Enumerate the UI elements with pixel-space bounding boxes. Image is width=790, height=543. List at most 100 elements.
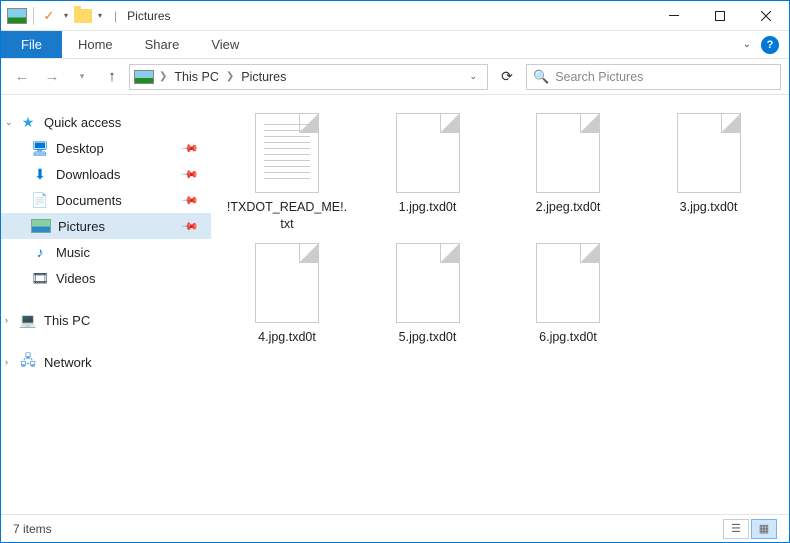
body: ⌄ ★ Quick access 🖥 Desktop 📌 ⬇ Downloads… bbox=[1, 95, 789, 514]
file-grid: !TXDOT_READ_ME!.txt 1.jpg.txd0t 2.jpeg.t… bbox=[223, 113, 777, 346]
pin-icon: 📌 bbox=[181, 165, 200, 184]
pictures-icon bbox=[31, 219, 51, 233]
pc-icon: 💻 bbox=[19, 312, 37, 329]
txt-file-icon bbox=[255, 113, 319, 193]
sidebar-item-label: Documents bbox=[56, 193, 122, 208]
sidebar-item-label: Quick access bbox=[44, 115, 121, 130]
sidebar-item-label: Videos bbox=[56, 271, 96, 286]
file-label: 4.jpg.txd0t bbox=[258, 329, 316, 346]
file-label: 5.jpg.txd0t bbox=[399, 329, 457, 346]
pin-icon: 📌 bbox=[181, 191, 200, 210]
breadcrumb-this-pc[interactable]: This PC bbox=[172, 70, 220, 84]
search-box[interactable]: 🔍 bbox=[526, 64, 781, 90]
download-icon: ⬇ bbox=[31, 166, 49, 183]
sidebar-item-music[interactable]: ♪ Music bbox=[1, 239, 211, 265]
chevron-right-icon[interactable]: › bbox=[5, 315, 8, 325]
qa-properties-icon[interactable]: ✓ bbox=[40, 7, 58, 25]
file-label: !TXDOT_READ_ME!.txt bbox=[226, 199, 348, 233]
back-button[interactable]: ← bbox=[9, 64, 35, 90]
navbar: ← → ▾ ↑ ❯ This PC ❯ Pictures ⌄ ⟳ 🔍 bbox=[1, 59, 789, 95]
chevron-right-icon[interactable]: › bbox=[5, 357, 8, 367]
sidebar-item-pictures[interactable]: Pictures 📌 bbox=[1, 213, 211, 239]
file-pane[interactable]: !TXDOT_READ_ME!.txt 1.jpg.txd0t 2.jpeg.t… bbox=[211, 95, 789, 514]
address-dropdown-icon[interactable]: ⌄ bbox=[463, 71, 483, 82]
desktop-icon: 🖥 bbox=[31, 140, 49, 157]
tab-view[interactable]: View bbox=[195, 31, 255, 58]
file-item[interactable]: 5.jpg.txd0t bbox=[364, 243, 492, 346]
sidebar: ⌄ ★ Quick access 🖥 Desktop 📌 ⬇ Downloads… bbox=[1, 95, 211, 514]
file-item[interactable]: !TXDOT_READ_ME!.txt bbox=[223, 113, 351, 233]
close-button[interactable] bbox=[743, 1, 789, 31]
qa-separator bbox=[33, 7, 34, 25]
breadcrumb-pictures[interactable]: Pictures bbox=[239, 70, 288, 84]
file-label: 2.jpeg.txd0t bbox=[536, 199, 601, 216]
sidebar-item-label: Network bbox=[44, 355, 92, 370]
statusbar: 7 items ☰ ▦ bbox=[1, 514, 789, 542]
title-separator: | bbox=[114, 9, 117, 23]
blank-file-icon bbox=[677, 113, 741, 193]
ribbon-right: ⌄ ? bbox=[743, 31, 789, 58]
search-input[interactable] bbox=[555, 70, 774, 84]
ribbon: File Home Share View ⌄ ? bbox=[1, 31, 789, 59]
sidebar-network[interactable]: › 🖧 Network bbox=[1, 349, 211, 375]
window-title: Pictures bbox=[127, 9, 170, 23]
blank-file-icon bbox=[255, 243, 319, 323]
blank-file-icon bbox=[536, 243, 600, 323]
tab-home[interactable]: Home bbox=[62, 31, 129, 58]
view-switcher: ☰ ▦ bbox=[723, 519, 777, 539]
tab-share[interactable]: Share bbox=[129, 31, 196, 58]
file-label: 1.jpg.txd0t bbox=[399, 199, 457, 216]
file-item[interactable]: 3.jpg.txd0t bbox=[645, 113, 773, 233]
qa-newfolder-icon[interactable] bbox=[74, 9, 92, 23]
sidebar-quick-access[interactable]: ⌄ ★ Quick access bbox=[1, 109, 211, 135]
star-icon: ★ bbox=[19, 114, 37, 131]
file-label: 3.jpg.txd0t bbox=[680, 199, 738, 216]
sidebar-item-label: This PC bbox=[44, 313, 90, 328]
file-item[interactable]: 4.jpg.txd0t bbox=[223, 243, 351, 346]
minimize-button[interactable] bbox=[651, 1, 697, 31]
sidebar-this-pc[interactable]: › 💻 This PC bbox=[1, 307, 211, 333]
network-icon: 🖧 bbox=[19, 350, 37, 374]
sidebar-item-label: Music bbox=[56, 245, 90, 260]
breadcrumb-sep-icon[interactable]: ❯ bbox=[223, 71, 237, 82]
titlebar: ✓ ▾ ▾ | Pictures bbox=[1, 1, 789, 31]
recent-dropdown-icon[interactable]: ▾ bbox=[69, 64, 95, 90]
refresh-button[interactable]: ⟳ bbox=[492, 64, 522, 90]
chevron-down-icon[interactable]: ⌄ bbox=[5, 117, 13, 128]
qa-dropdown-icon[interactable]: ▾ bbox=[62, 11, 70, 20]
pin-icon: 📌 bbox=[181, 139, 200, 158]
sidebar-item-downloads[interactable]: ⬇ Downloads 📌 bbox=[1, 161, 211, 187]
pin-icon: 📌 bbox=[181, 217, 200, 236]
document-icon: 📄 bbox=[31, 192, 49, 209]
forward-button[interactable]: → bbox=[39, 64, 65, 90]
sidebar-item-label: Desktop bbox=[56, 141, 104, 156]
app-icon bbox=[7, 8, 27, 24]
details-view-button[interactable]: ☰ bbox=[723, 519, 749, 539]
file-item[interactable]: 6.jpg.txd0t bbox=[504, 243, 632, 346]
video-icon: 🎞 bbox=[31, 270, 49, 287]
sidebar-item-documents[interactable]: 📄 Documents 📌 bbox=[1, 187, 211, 213]
sidebar-item-desktop[interactable]: 🖥 Desktop 📌 bbox=[1, 135, 211, 161]
sidebar-item-label: Downloads bbox=[56, 167, 120, 182]
file-label: 6.jpg.txd0t bbox=[539, 329, 597, 346]
expand-ribbon-icon[interactable]: ⌄ bbox=[743, 39, 751, 50]
address-bar[interactable]: ❯ This PC ❯ Pictures ⌄ bbox=[129, 64, 488, 90]
location-icon bbox=[134, 70, 154, 84]
blank-file-icon bbox=[396, 113, 460, 193]
maximize-button[interactable] bbox=[697, 1, 743, 31]
help-button[interactable]: ? bbox=[761, 36, 779, 54]
file-tab[interactable]: File bbox=[1, 31, 62, 58]
up-button[interactable]: ↑ bbox=[99, 64, 125, 90]
blank-file-icon bbox=[536, 113, 600, 193]
search-icon: 🔍 bbox=[533, 69, 549, 85]
qa-customize-icon[interactable]: ▾ bbox=[96, 11, 104, 20]
sidebar-item-label: Pictures bbox=[58, 219, 105, 234]
file-item[interactable]: 2.jpeg.txd0t bbox=[504, 113, 632, 233]
thumbnails-view-button[interactable]: ▦ bbox=[751, 519, 777, 539]
music-icon: ♪ bbox=[31, 244, 49, 260]
breadcrumb-sep-icon[interactable]: ❯ bbox=[156, 71, 170, 82]
file-item[interactable]: 1.jpg.txd0t bbox=[364, 113, 492, 233]
titlebar-left: ✓ ▾ ▾ | Pictures bbox=[1, 7, 171, 25]
sidebar-item-videos[interactable]: 🎞 Videos bbox=[1, 265, 211, 291]
status-item-count: 7 items bbox=[13, 522, 52, 536]
